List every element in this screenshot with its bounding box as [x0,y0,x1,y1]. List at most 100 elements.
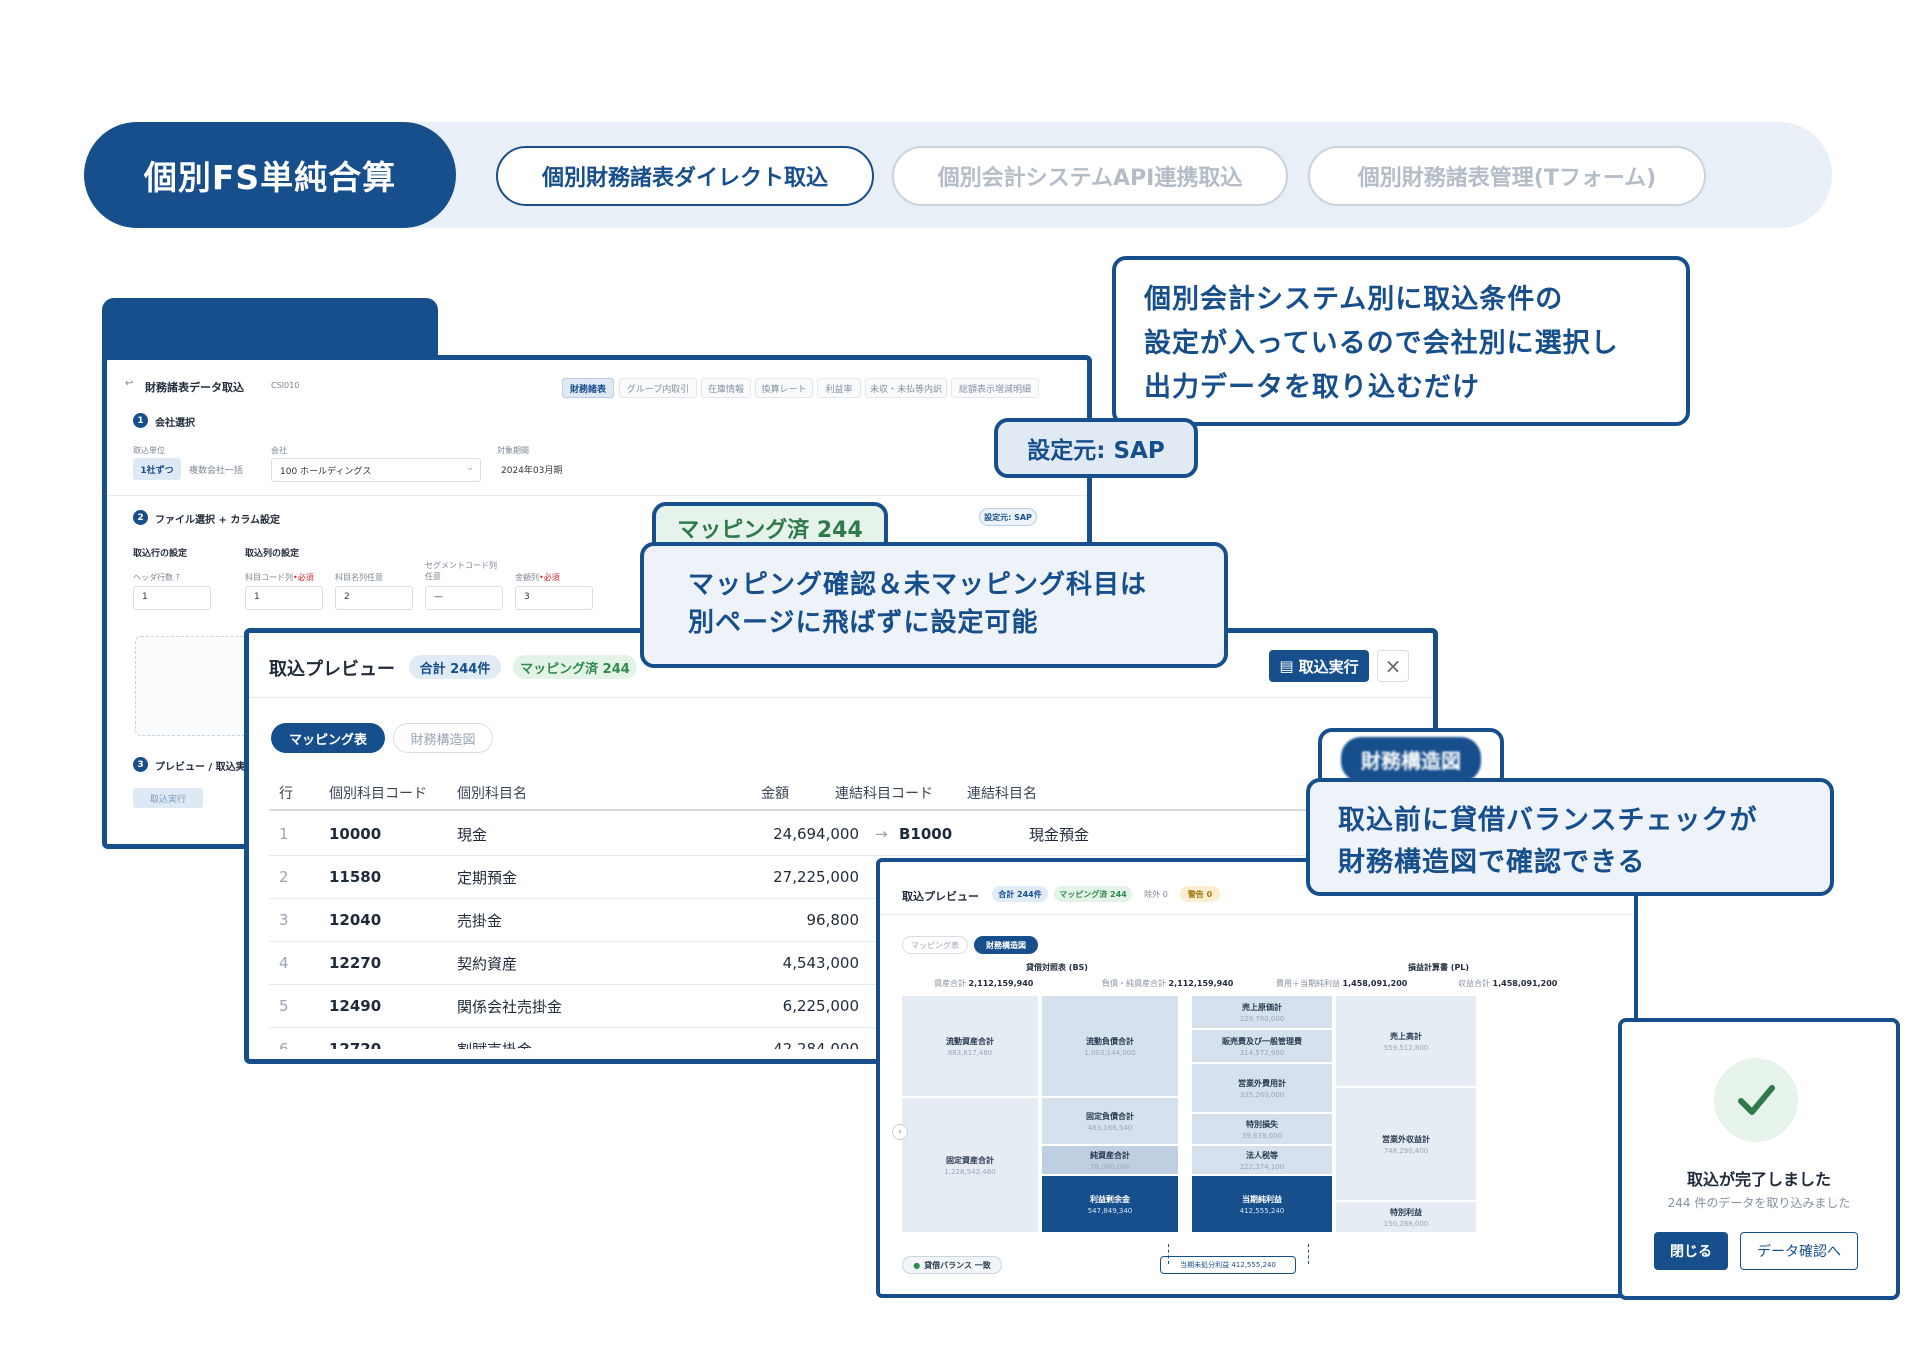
structure-title: 取込プレビュー [902,890,979,903]
tab-api-import[interactable]: 個別会計システムAPI連携取込 [892,146,1288,206]
total-chip: 合計 244件 [409,655,501,679]
check-icon [1714,1058,1798,1142]
bs-title: 貸借対照表 (BS) [1026,963,1088,972]
cell-nonop-exp[interactable]: 営業外費用計 335,260,000 [1192,1064,1332,1112]
segment-col-label: セグメントコード列 任意 [425,561,497,581]
code-col-input[interactable]: 1 [245,586,323,610]
col-no: 行 [279,786,293,802]
cell-extra-gain[interactable]: 特別利益 150,288,000 [1336,1202,1476,1232]
divider [107,495,1087,496]
company-select[interactable]: 100 ホールディングス ⌄ [271,458,481,482]
chip-excluded: 除外 0 [1144,889,1168,899]
col-cons-code: 連結科目コード [835,786,933,802]
amount-col-label: 金額列•必須 [515,573,560,582]
divider [249,697,1433,698]
cell-cogs[interactable]: 売上原価計 229,780,000 [1192,996,1332,1028]
connector-line [1308,1244,1309,1264]
period-label: 対象期間 [497,446,529,455]
cell-sales[interactable]: 売上高計 559,512,800 [1336,996,1476,1086]
divider [880,914,1634,915]
step1-number: 1 [133,413,148,428]
amount-col-input[interactable]: 3 [515,586,593,610]
view-tab-structure[interactable]: 財務構造図 [974,936,1038,954]
cell-net-assets[interactable]: 純資産合計 78,000,000 [1042,1146,1178,1174]
step1-label: 会社選択 [155,418,195,429]
chip-warning: 警告 0 [1180,886,1220,902]
code-col-label: 科目コード列•必須 [245,573,314,582]
header-rows-label: ヘッダ行数 ? [133,573,180,582]
cell-net-income[interactable]: 当期純利益 412,555,240 [1192,1176,1332,1232]
header-rows-input[interactable]: 1 [133,586,211,610]
unit-multi[interactable]: 複数会社一括 [189,463,243,476]
done-title: 取込が完了しました [1686,1170,1831,1189]
source-tag: 設定元: SAP [979,508,1037,526]
col-code: 個別科目コード [329,786,427,802]
name-col-label: 科目名列任意 [335,573,383,582]
chevron-left-icon[interactable]: ‹ [892,1124,908,1140]
chip-total: 合計 244件 [992,886,1048,902]
page-title: 個別FS単純合算 [84,122,456,228]
tab-direct-import[interactable]: 個別財務諸表ダイレクト取込 [496,146,874,206]
profit-link[interactable]: 当期未処分利益 412,555,240 [1160,1256,1296,1274]
execute-button-disabled[interactable]: 取込実行 [133,788,203,808]
close-icon[interactable]: × [1377,650,1409,682]
view-tab-mapping[interactable]: マッピング表 [271,723,385,753]
tab-tform[interactable]: 個別財務諸表管理(Tフォーム) [1308,146,1706,206]
doc-icon: ▤ [1279,657,1294,675]
tab-rate[interactable]: 換算レート [755,378,813,398]
tab-inventory[interactable]: 在庫情報 [701,378,751,398]
unit-single[interactable]: 1社ずつ [133,458,181,480]
preview-title: 取込プレビュー [269,659,395,680]
status-dot-icon: ● [913,1260,921,1270]
cell-current-liab[interactable]: 流動負債合計 1,003,144,000 [1042,996,1178,1096]
tab-intra[interactable]: グループ内取引 [619,378,697,398]
structure-badge-label: 財務構造図 [1341,736,1481,782]
cell-fixed-assets[interactable]: 固定資産合計 1,228,542,460 [902,1098,1038,1232]
structure-dialog: 取込プレビュー 合計 244件 マッピング済 244 除外 0 警告 0 マッピ… [876,858,1638,1298]
unit-label: 取込単位 [133,446,165,455]
pl-exp-total: 費用＋当期純利益 1,458,091,200 [1276,979,1408,988]
bs-assets-total: 資産合計 2,112,159,940 [934,979,1034,988]
cell-fixed-liab[interactable]: 固定負債合計 483,166,540 [1042,1098,1178,1144]
col-setting-label: 取込列の設定 [245,549,300,559]
cell-sga[interactable]: 販売費及び一般管理費 314,572,900 [1192,1030,1332,1062]
execute-button[interactable]: ▤ 取込実行 [1269,650,1369,682]
view-tab-mapping[interactable]: マッピング表 [902,936,968,954]
done-dialog: 取込が完了しました 244 件のデータを取り込みました 閉じる データ確認へ [1618,1018,1900,1300]
tab-receivable[interactable]: 未収・未払等内訳 [865,378,947,398]
step3-label: プレビュー / 取込実 [155,762,246,773]
cell-retained-earnings[interactable]: 利益剰余金 547,849,340 [1042,1176,1178,1232]
step2-number: 2 [133,510,148,525]
tab-fs[interactable]: 財務諸表 [562,378,614,398]
period-value: 2024年03月期 [501,466,563,476]
source-badge-zoom: 設定元: SAP [994,418,1198,478]
confirm-data-button[interactable]: データ確認へ [1740,1232,1858,1270]
screen-code: CSI010 [271,381,300,390]
close-button[interactable]: 閉じる [1654,1232,1728,1270]
cell-current-assets[interactable]: 流動資産合計 883,617,480 [902,996,1038,1096]
tab-margin[interactable]: 利益率 [817,378,861,398]
col-amount: 金額 [761,786,789,802]
cell-nonop-rev[interactable]: 営業外収益計 748,290,400 [1336,1088,1476,1200]
table-header: 行 個別科目コード 個別科目名 金額 連結科目コード 連結科目名 [269,771,1429,811]
name-col-input[interactable]: 2 [335,586,413,610]
table-row[interactable]: 1 10000 現金 24,694,000 → B1000 現金預金 [269,813,1429,856]
step2-label: ファイル選択 + カラム設定 [155,515,281,526]
tab-detail[interactable]: 総額表示増減明細 [951,378,1039,398]
arrow-right-icon: → [875,825,888,843]
chip-mapped: マッピング済 244 [1054,886,1132,902]
segment-col-input[interactable]: — [425,586,503,610]
bs-liab-total: 負債・純資産合計 2,112,159,940 [1102,979,1234,988]
chevron-down-icon: ⌄ [466,463,474,473]
row-setting-label: 取込行の設定 [133,549,188,559]
balance-badge: ● 貸借バランス 一致 [902,1256,1002,1274]
done-message: 244 件のデータを取り込みました [1667,1196,1851,1210]
callout-conditions: 個別会計システム別に取込条件の 設定が入っているので会社別に選択し 出力データを… [1112,256,1690,426]
cell-extra-loss[interactable]: 特別損失 39,639,000 [1192,1114,1332,1144]
back-icon[interactable]: ↩ [125,378,133,389]
cell-tax[interactable]: 法人税等 222,374,100 [1192,1146,1332,1174]
view-tab-structure[interactable]: 財務構造図 [393,723,493,753]
company-label: 会社 [271,446,287,455]
connector-line [1168,1244,1169,1264]
help-icon[interactable]: ? [176,573,180,582]
